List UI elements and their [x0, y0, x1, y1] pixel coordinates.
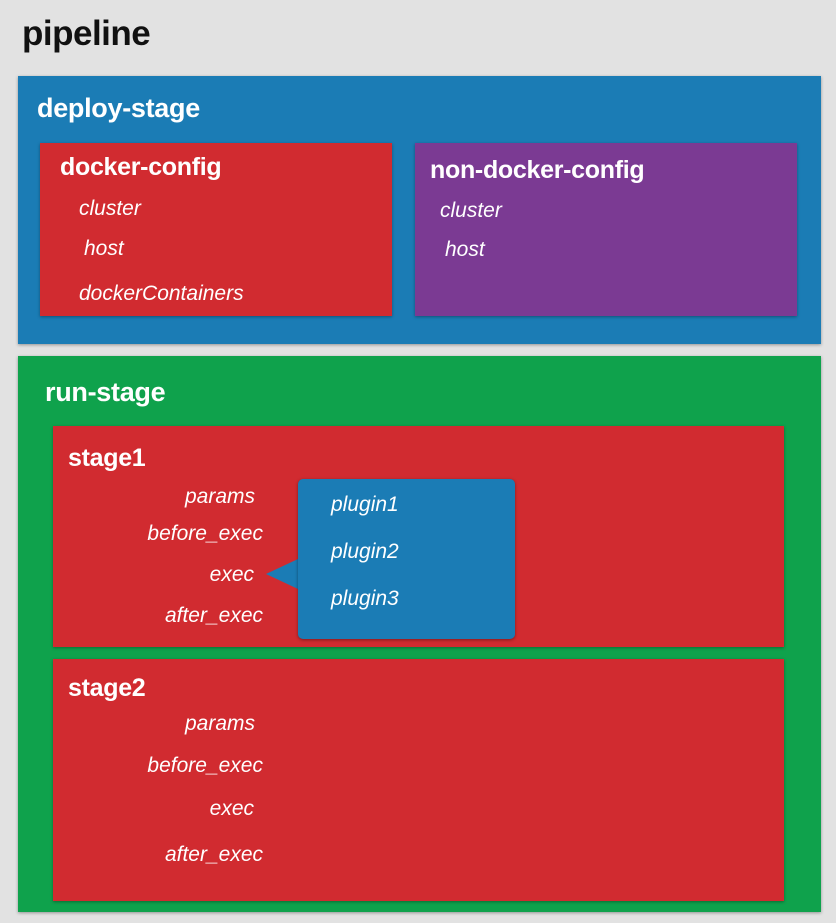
stage1-box: stage1 params before_exec exec after_exe…: [53, 426, 784, 647]
deploy-stage-title: deploy-stage: [37, 93, 200, 123]
stage2-field-exec: exec: [209, 797, 254, 820]
stage1-field-after-exec: after_exec: [164, 604, 263, 627]
non-docker-config-field-host: host: [445, 238, 485, 261]
plugin-callout: plugin1 plugin2 plugin3: [298, 479, 515, 639]
stage1-field-before-exec: before_exec: [147, 522, 263, 545]
stage1-title: stage1: [68, 444, 146, 472]
run-stage-panel: run-stage stage1 params before_exec exec…: [18, 356, 821, 912]
stage2-field-after-exec: after_exec: [164, 843, 263, 866]
callout-pointer: [266, 559, 298, 589]
non-docker-config-title: non-docker-config: [430, 156, 645, 184]
docker-config-title: docker-config: [60, 153, 222, 181]
stage2-title: stage2: [68, 674, 146, 702]
plugin-item-plugin2: plugin2: [331, 540, 399, 563]
plugin-item-plugin3: plugin3: [331, 587, 399, 610]
stage2-field-params: params: [184, 712, 255, 735]
docker-config-field-host: host: [84, 237, 124, 260]
stage2-box: stage2 params before_exec exec after_exe…: [53, 659, 784, 901]
docker-config-field-docker-containers: dockerContainers: [79, 282, 244, 305]
plugin-item-plugin1: plugin1: [331, 493, 399, 516]
stage2-field-before-exec: before_exec: [147, 754, 263, 777]
docker-config-box: docker-config cluster host dockerContain…: [40, 143, 392, 316]
stage1-field-params: params: [184, 485, 255, 508]
deploy-stage-panel: deploy-stage docker-config cluster host …: [18, 76, 821, 344]
non-docker-config-box: non-docker-config cluster host: [415, 143, 797, 316]
docker-config-field-cluster: cluster: [79, 197, 141, 220]
pipeline-title: pipeline: [22, 14, 151, 53]
run-stage-title: run-stage: [45, 377, 166, 407]
non-docker-config-field-cluster: cluster: [440, 199, 502, 222]
stage1-field-exec: exec: [209, 563, 254, 586]
